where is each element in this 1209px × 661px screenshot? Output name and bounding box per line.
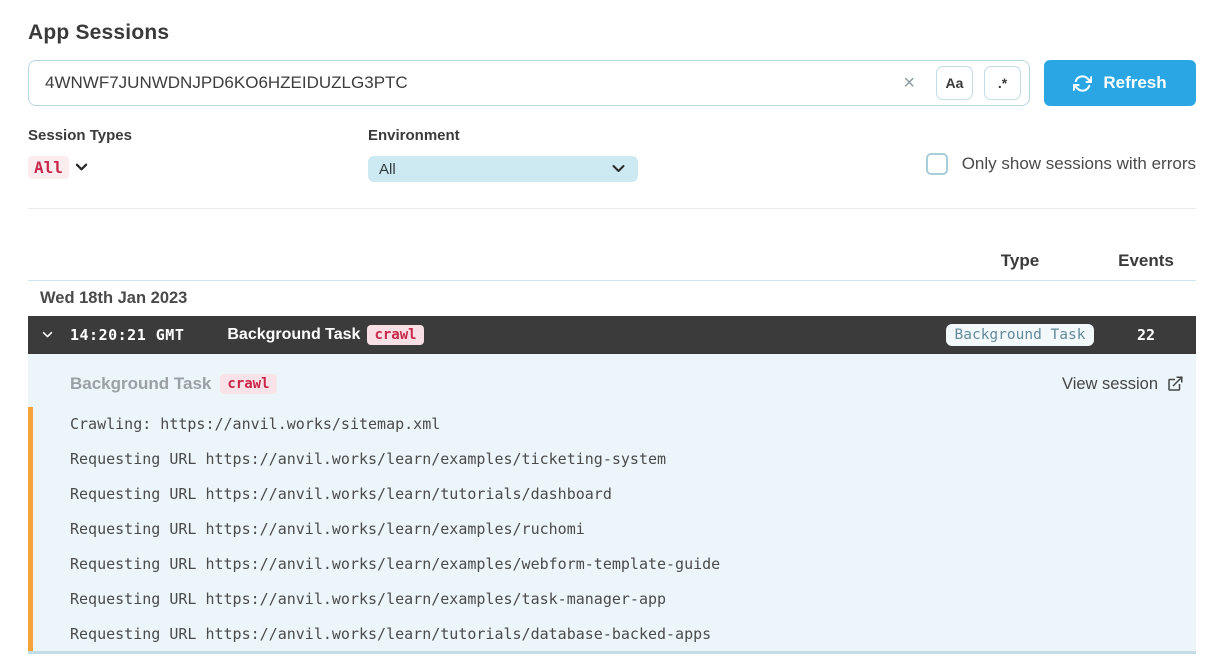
date-group-row: Wed 18th Jan 2023 [28,281,1196,316]
session-row-right: Background Task 22 [944,324,1196,346]
session-detail-header: Background Task crawl View session [28,354,1196,402]
log-line: Requesting URL https://anvil.works/learn… [70,547,1196,582]
session-types-dropdown[interactable]: All [28,156,88,179]
log-line: Requesting URL https://anvil.works/learn… [70,442,1196,477]
view-session-label: View session [1062,375,1158,394]
refresh-button[interactable]: Refresh [1044,60,1196,106]
session-events-count: 22 [1096,326,1196,344]
refresh-button-label: Refresh [1103,73,1166,93]
clear-search-icon[interactable]: × [893,73,925,93]
environment-filter: Environment All [368,127,668,182]
chevron-down-icon [75,163,88,172]
view-session-link[interactable]: View session [1062,375,1184,394]
filters-row: Session Types All Environment All Only s… [28,127,1196,182]
log-line: Requesting URL https://anvil.works/learn… [70,477,1196,512]
environment-value: All [379,161,396,178]
session-log: Crawling: https://anvil.works/sitemap.xm… [28,407,1196,652]
session-type-badge: Background Task [946,324,1095,346]
chevron-down-icon [611,164,626,174]
session-tag-badge: crawl [367,325,423,345]
detail-session-tag-badge: crawl [220,374,276,394]
session-types-value: All [28,156,69,179]
collapse-chevron-icon[interactable] [42,331,53,339]
external-link-icon [1166,375,1184,393]
log-line: Requesting URL https://anvil.works/learn… [70,582,1196,617]
log-line: Crawling: https://anvil.works/sitemap.xm… [70,407,1196,442]
regex-button[interactable]: .* [984,66,1021,100]
events-column-header: Events [1096,251,1196,271]
refresh-icon [1073,74,1092,93]
session-types-filter: Session Types All [28,127,368,179]
date-group-label: Wed 18th Jan 2023 [40,289,187,308]
session-time: 14:20:21 GMT [70,326,184,344]
session-detail-panel: Background Task crawl View session Crawl… [28,354,1196,654]
errors-filter: Only show sessions with errors [926,153,1196,175]
environment-label: Environment [368,127,668,144]
session-title: Background Task [227,326,360,344]
match-case-button[interactable]: Aa [936,66,973,100]
log-line: Requesting URL https://anvil.works/learn… [70,512,1196,547]
table-header: Type Events [28,209,1196,281]
detail-session-title: Background Task [70,374,211,394]
type-column-header: Type [944,251,1096,271]
errors-checkbox[interactable] [926,153,948,175]
search-row: × Aa .* Refresh [28,60,1196,106]
session-row[interactable]: 14:20:21 GMT Background Task crawl Backg… [28,316,1196,354]
errors-checkbox-label: Only show sessions with errors [962,154,1196,174]
search-input[interactable] [45,73,893,93]
page-title: App Sessions [28,21,1196,45]
session-types-label: Session Types [28,127,368,144]
environment-select[interactable]: All [368,156,638,182]
search-box[interactable]: × Aa .* [28,60,1030,106]
log-line: Requesting URL https://anvil.works/learn… [70,617,1196,652]
